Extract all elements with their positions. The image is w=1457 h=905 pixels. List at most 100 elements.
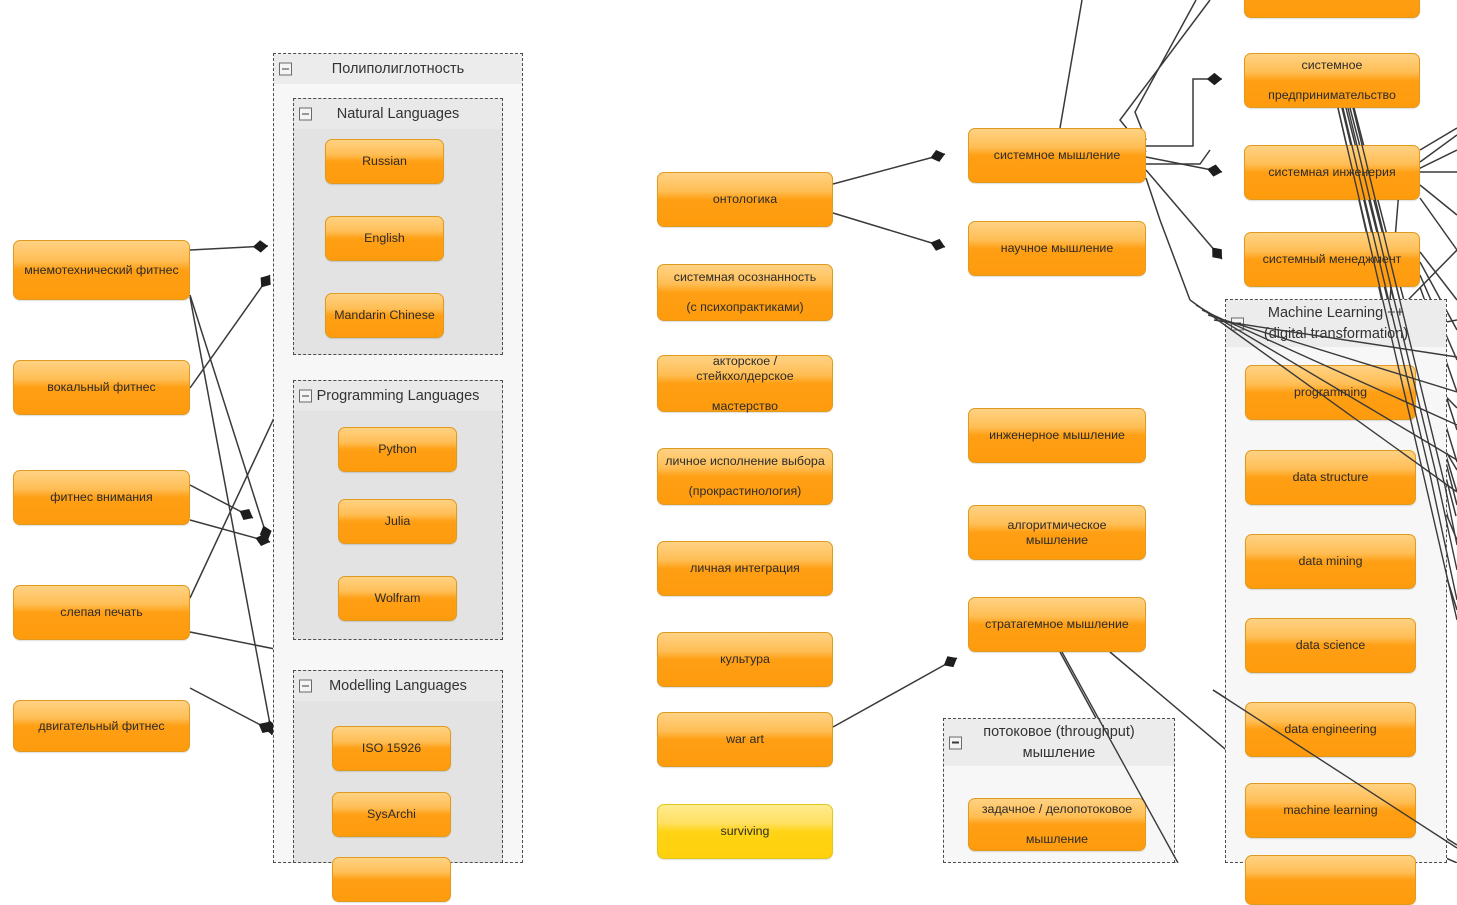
- node-personal-integration[interactable]: личная интеграция: [657, 541, 833, 596]
- node-top-cutoff[interactable]: [1244, 0, 1420, 18]
- node-label: культура: [720, 652, 770, 666]
- edge-right-4: [1419, 184, 1457, 216]
- node-label: Julia: [384, 514, 411, 528]
- node-actor-stakeholder-mastery[interactable]: акторское / стейкхолдерское мастерство: [657, 354, 833, 414]
- node-system-thinking[interactable]: системное мышление: [968, 128, 1146, 183]
- node-mandarin-chinese[interactable]: Mandarin Chinese: [325, 293, 444, 338]
- node-label-line2: мастерство: [711, 398, 779, 413]
- node-label: programming: [1294, 385, 1367, 399]
- node-wolfram[interactable]: Wolfram: [338, 576, 457, 621]
- node-task-flow-thinking[interactable]: задачное / делопотоковое мышление: [968, 798, 1146, 851]
- edge-systemthinking-entrepreneurship: [1146, 72, 1222, 147]
- node-label: стратагемное мышление: [985, 617, 1129, 631]
- node-label: фитнес внимания: [50, 490, 153, 504]
- node-surviving[interactable]: surviving: [657, 804, 833, 859]
- node-russian[interactable]: Russian: [325, 139, 444, 184]
- node-label: личная интеграция: [690, 561, 800, 575]
- minus-icon[interactable]: [1231, 317, 1244, 330]
- node-label: инженерное мышление: [989, 428, 1125, 442]
- group-programming-languages-label: Programming Languages: [316, 388, 480, 404]
- node-label: алгоритмическое мышление: [1007, 517, 1107, 547]
- group-natural-languages-header: Natural Languages: [294, 99, 502, 129]
- node-label-line1: акторское / стейкхолдерское: [696, 353, 794, 383]
- node-engineering-thinking[interactable]: инженерное мышление: [968, 408, 1146, 463]
- node-label: SysArchi: [367, 807, 416, 821]
- node-label: акторское / стейкхолдерское мастерство: [664, 354, 826, 414]
- edge-attention-prog: [189, 484, 254, 520]
- node-label: Russian: [362, 154, 407, 168]
- node-label: системная осознанность (с психопрактикам…: [674, 270, 816, 315]
- node-label: data engineering: [1284, 722, 1377, 736]
- node-label-line2: (с психопрактиками): [686, 300, 804, 314]
- node-label: задачное / делопотоковое мышление: [982, 802, 1132, 847]
- edge-systemthinking-management: [1145, 169, 1223, 260]
- node-label: English: [364, 231, 405, 245]
- node-data-structure[interactable]: data structure: [1245, 450, 1416, 505]
- minus-icon[interactable]: [299, 679, 312, 693]
- node-sysarchi[interactable]: SysArchi: [332, 792, 451, 837]
- node-ontologika[interactable]: онтологика: [657, 172, 833, 227]
- node-english[interactable]: English: [325, 216, 444, 261]
- node-label: Python: [378, 442, 417, 456]
- group-modelling-languages-label: Modelling Languages: [329, 678, 467, 694]
- group-throughput-thinking-label-line1: потоковое (throughput): [983, 724, 1135, 740]
- node-system-engineering[interactable]: системная инженерия: [1244, 145, 1420, 200]
- node-system-awareness[interactable]: системная осознанность (с психопрактикам…: [657, 264, 833, 321]
- node-blind-typing[interactable]: слепая печать: [13, 585, 190, 640]
- edge-warart-strategy: [832, 656, 958, 728]
- node-iso-15926[interactable]: ISO 15926: [332, 726, 451, 771]
- node-label: machine learning: [1283, 803, 1378, 817]
- node-label-line2: мышление: [1025, 832, 1089, 846]
- node-system-entrepreneurship[interactable]: системное предпринимательство: [1244, 53, 1420, 108]
- node-data-mining[interactable]: data mining: [1245, 534, 1416, 589]
- node-label: Wolfram: [374, 591, 421, 605]
- edge-right-1: [1419, 127, 1457, 151]
- group-polypoliglot-header: Полиполиглотность: [274, 54, 522, 84]
- group-machine-learning-label-line1: Machine Learning ++: [1267, 305, 1405, 321]
- node-label-line1: личное исполнение выбора: [665, 454, 825, 468]
- node-programming[interactable]: programming: [1245, 365, 1416, 420]
- node-label: системная инженерия: [1268, 165, 1396, 179]
- node-label: онтологика: [712, 192, 778, 206]
- node-algorithmic-thinking[interactable]: алгоритмическое мышление: [968, 505, 1146, 560]
- node-modelling-extra[interactable]: [332, 857, 451, 902]
- minus-icon[interactable]: [299, 107, 312, 121]
- edge-mnemo-modelling: [189, 296, 277, 736]
- edge-mnemo-programming: [189, 294, 272, 541]
- node-mnemotechnical-fitness[interactable]: мнемотехнический фитнес: [13, 240, 190, 300]
- node-label: слепая печать: [60, 605, 143, 619]
- edge-long-top-1: [1059, 0, 1083, 129]
- edge-vocal-natural: [189, 274, 271, 389]
- node-attention-fitness[interactable]: фитнес внимания: [13, 470, 190, 525]
- node-label-line2: предпринимательство: [1268, 88, 1396, 102]
- node-label: вокальный фитнес: [47, 380, 156, 394]
- node-strategy-thinking[interactable]: стратагемное мышление: [968, 597, 1146, 652]
- node-label: Mandarin Chinese: [334, 308, 435, 322]
- node-label-line1: системное: [1301, 58, 1363, 72]
- group-machine-learning-header: Machine Learning ++ (digital transformat…: [1226, 300, 1446, 347]
- group-machine-learning-label-line2: (digital transformation): [1263, 326, 1409, 342]
- node-system-management[interactable]: системный менеджмент: [1244, 232, 1420, 287]
- node-culture[interactable]: культура: [657, 632, 833, 687]
- node-vocal-fitness[interactable]: вокальный фитнес: [13, 360, 190, 415]
- node-label: data science: [1295, 638, 1366, 652]
- group-natural-languages-label: Natural Languages: [336, 106, 460, 122]
- minus-icon[interactable]: [279, 62, 292, 76]
- edge-attention-prog2: [189, 519, 271, 546]
- node-julia[interactable]: Julia: [338, 499, 457, 544]
- node-data-engineering[interactable]: data engineering: [1245, 702, 1416, 757]
- node-label: двигательный фитнес: [38, 718, 165, 733]
- minus-icon[interactable]: [949, 736, 962, 749]
- node-label: war art: [726, 732, 764, 746]
- minus-icon[interactable]: [299, 389, 312, 403]
- node-war-art[interactable]: war art: [657, 712, 833, 767]
- node-motor-fitness[interactable]: двигательный фитнес: [13, 700, 190, 752]
- edge-systemthinking-upper: [1146, 149, 1211, 165]
- node-label: data mining: [1298, 554, 1363, 568]
- node-python[interactable]: Python: [338, 427, 457, 472]
- node-label: системное предпринимательство: [1268, 58, 1396, 103]
- node-scientific-thinking[interactable]: научное мышление: [968, 221, 1146, 276]
- node-data-science[interactable]: data science: [1245, 618, 1416, 673]
- node-machine-learning[interactable]: machine learning: [1245, 783, 1416, 838]
- node-personal-choice[interactable]: личное исполнение выбора (прокрастинолог…: [657, 448, 833, 505]
